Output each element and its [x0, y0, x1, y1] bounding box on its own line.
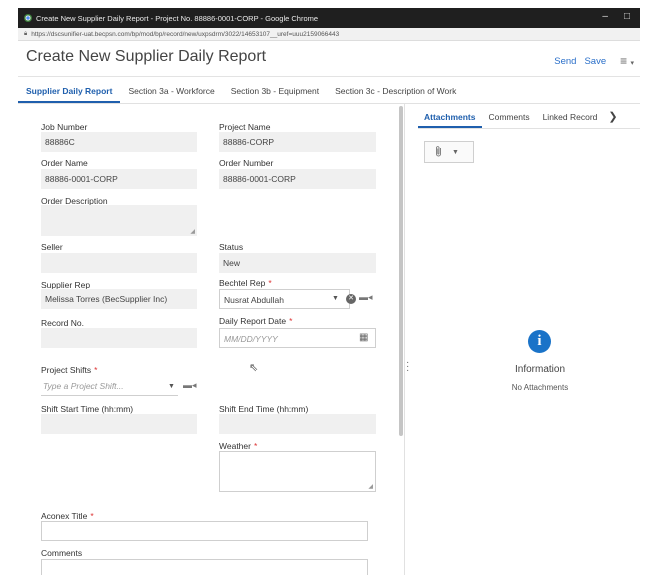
tab-linked-record[interactable]: Linked Record: [537, 106, 605, 128]
seller-label: Seller: [41, 242, 63, 252]
app-header: Create New Supplier Daily Report Send Sa…: [18, 41, 640, 77]
tab-attachments[interactable]: Attachments: [418, 106, 483, 128]
aconex-title-input[interactable]: [41, 521, 368, 541]
attach-button[interactable]: ▼: [424, 141, 474, 163]
save-button[interactable]: Save: [584, 56, 606, 67]
menu-icon[interactable]: ≡ ▾: [620, 54, 634, 68]
tab-comments[interactable]: Comments: [482, 106, 536, 128]
resize-handle-icon: ◢: [190, 229, 195, 235]
daily-report-date-input[interactable]: MM/DD/YYYY: [219, 328, 376, 348]
job-number-value: 88886C: [41, 132, 197, 152]
no-attachments-text: No Attachments: [511, 383, 569, 392]
status-label: Status: [219, 242, 244, 252]
minimize-button[interactable]: –: [602, 11, 608, 22]
project-shifts-label: Project Shifts *: [41, 365, 98, 375]
side-tabs-divider: [418, 128, 640, 129]
page-title: Create New Supplier Daily Report: [26, 48, 267, 65]
info-title: Information: [514, 364, 566, 375]
supplier-rep-value: Melissa Torres (BecSupplier Inc): [41, 289, 197, 309]
send-button[interactable]: Send: [554, 56, 576, 67]
lookup-icon[interactable]: ▬◂: [359, 292, 373, 303]
chevron-down-icon[interactable]: ▼: [332, 295, 339, 302]
resize-handle-icon: ◢: [368, 484, 373, 490]
tab-description-of-work[interactable]: Section 3c - Description of Work: [327, 80, 464, 103]
weather-textarea[interactable]: ◢: [219, 451, 376, 492]
order-number-label: Order Number: [219, 158, 274, 168]
project-name-label: Project Name: [219, 122, 271, 132]
status-value: New: [219, 253, 376, 273]
weather-label: Weather *: [219, 441, 258, 451]
chevron-down-icon: ▼: [452, 148, 459, 156]
aconex-title-label: Aconex Title *: [41, 511, 94, 521]
date-placeholder: MM/DD/YYYY: [224, 334, 278, 344]
chrome-icon: [24, 14, 32, 22]
bechtel-rep-select[interactable]: Nusrat Abdullah: [219, 289, 350, 309]
form-tabs: Supplier Daily Report Section 3a - Workf…: [18, 80, 498, 103]
side-panel-tabs: Attachments Comments Linked Record ❯: [418, 106, 640, 128]
shift-end-value: [219, 414, 376, 434]
shift-placeholder: Type a Project Shift...: [43, 381, 124, 391]
window-title: Create New Supplier Daily Report - Proje…: [36, 13, 319, 23]
shift-start-label: Shift Start Time (hh:mm): [41, 404, 134, 414]
chevron-right-icon[interactable]: ❯: [608, 106, 617, 128]
comments-label: Comments: [41, 548, 83, 558]
bechtel-rep-label: Bechtel Rep *: [219, 278, 272, 288]
url-text: https://dscsunifier-uat.becpsn.com/bp/mo…: [31, 30, 340, 38]
order-description-field: ◢: [41, 205, 197, 236]
paperclip-icon: [435, 145, 442, 160]
calendar-icon[interactable]: ▦: [359, 332, 368, 343]
shift-end-label: Shift End Time (hh:mm): [219, 404, 309, 414]
lock-icon: 🔒︎: [24, 30, 28, 37]
shift-start-value: [41, 414, 197, 434]
mouse-cursor-icon: ⇖: [249, 362, 259, 374]
record-no-value: [41, 328, 197, 348]
tab-equipment[interactable]: Section 3b - Equipment: [223, 80, 327, 103]
project-name-value: 88886-CORP: [219, 132, 376, 152]
seller-value: [41, 253, 197, 273]
tab-workforce[interactable]: Section 3a - Workforce: [120, 80, 222, 103]
job-number-label: Job Number: [41, 122, 88, 132]
clear-icon[interactable]: ✕: [346, 294, 356, 304]
comments-input[interactable]: [41, 559, 368, 575]
daily-report-date-label: Daily Report Date *: [219, 316, 293, 326]
browser-titlebar: Create New Supplier Daily Report - Proje…: [18, 8, 640, 28]
chevron-down-icon[interactable]: ▼: [168, 383, 175, 390]
splitter-handle-icon[interactable]: · · ·: [406, 358, 409, 376]
tab-supplier-daily-report[interactable]: Supplier Daily Report: [18, 80, 121, 103]
info-icon: i: [528, 330, 551, 353]
address-bar[interactable]: 🔒︎ https://dscsunifier-uat.becpsn.com/bp…: [18, 28, 640, 41]
lookup-icon[interactable]: ▬◂: [183, 380, 197, 391]
form-scrollbar[interactable]: [399, 106, 403, 436]
order-name-label: Order Name: [41, 158, 88, 168]
panel-divider: [404, 104, 405, 575]
order-number-value: 88886-0001-CORP: [219, 169, 376, 189]
project-shifts-input[interactable]: Type a Project Shift...: [41, 376, 178, 396]
record-no-label: Record No.: [41, 318, 84, 328]
maximize-button[interactable]: □: [624, 11, 630, 22]
report-form: Job Number 88886C Project Name 88886-COR…: [18, 104, 396, 575]
order-name-value: 88886-0001-CORP: [41, 169, 197, 189]
